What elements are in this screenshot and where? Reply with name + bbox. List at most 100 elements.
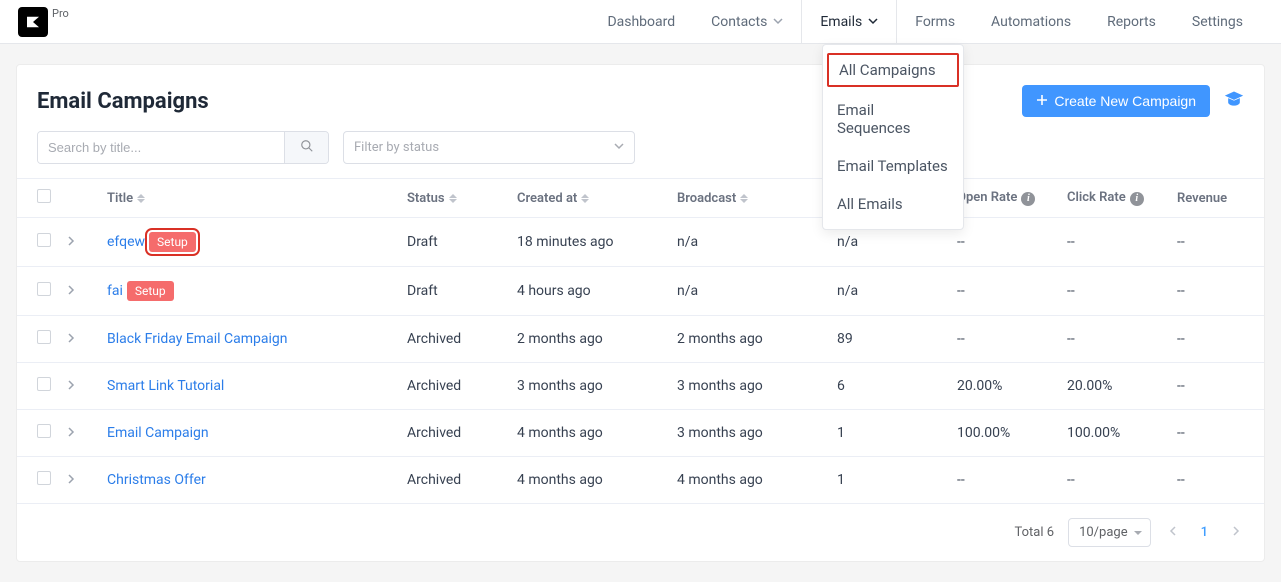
campaign-title-link[interactable]: Black Friday Email Campaign — [107, 331, 287, 347]
page-number[interactable]: 1 — [1195, 525, 1214, 540]
dropdown-all-campaigns[interactable]: All Campaigns — [827, 53, 959, 87]
campaign-title-link[interactable]: efqew — [107, 234, 145, 250]
nav-settings[interactable]: Settings — [1174, 0, 1261, 43]
nav-forms-label: Forms — [915, 14, 955, 30]
cell-broadcast: n/a — [669, 218, 829, 267]
cell-open-rate: -- — [949, 218, 1059, 267]
cell-created-at: 4 months ago — [509, 410, 669, 457]
row-checkbox[interactable] — [37, 471, 51, 485]
cell-created-at: 4 hours ago — [509, 267, 669, 316]
nav-dashboard[interactable]: Dashboard — [589, 0, 693, 43]
nav-forms[interactable]: Forms — [897, 0, 973, 43]
setup-badge[interactable]: Setup — [127, 281, 174, 301]
campaign-title-link[interactable]: fai — [107, 283, 123, 299]
cell-status: Draft — [399, 267, 509, 316]
nav-settings-label: Settings — [1192, 14, 1243, 30]
create-campaign-label: Create New Campaign — [1054, 93, 1196, 109]
table-row: Christmas Offer Archived 4 months ago 4 … — [17, 457, 1264, 504]
top-nav: Pro Dashboard Contacts Emails Forms Auto… — [0, 0, 1281, 44]
cell-revenue: -- — [1169, 218, 1264, 267]
cell-revenue: -- — [1169, 363, 1264, 410]
cell-open-rate: -- — [949, 316, 1059, 363]
dropdown-all-emails[interactable]: All Emails — [823, 185, 963, 223]
cell-recipients: 6 — [829, 363, 949, 410]
search-input[interactable] — [38, 132, 284, 163]
nav-reports[interactable]: Reports — [1089, 0, 1174, 43]
cell-click-rate: -- — [1059, 267, 1169, 316]
cell-status: Archived — [399, 457, 509, 504]
setup-badge[interactable]: Setup — [149, 232, 196, 252]
col-revenue-label: Revenue — [1177, 191, 1227, 206]
cell-revenue: -- — [1169, 267, 1264, 316]
cell-created-at: 18 minutes ago — [509, 218, 669, 267]
cell-broadcast: n/a — [669, 267, 829, 316]
nav-emails[interactable]: Emails — [801, 0, 897, 43]
table-row: Email Campaign Archived 4 months ago 3 m… — [17, 410, 1264, 457]
create-campaign-button[interactable]: Create New Campaign — [1022, 85, 1210, 117]
search-wrapper — [37, 131, 329, 164]
cell-revenue: -- — [1169, 457, 1264, 504]
page-title: Email Campaigns — [37, 89, 209, 114]
cell-created-at: 3 months ago — [509, 363, 669, 410]
expand-row-icon[interactable] — [67, 331, 75, 347]
campaign-title-link[interactable]: Christmas Offer — [107, 472, 206, 488]
row-checkbox[interactable] — [37, 282, 51, 296]
expand-row-icon[interactable] — [67, 234, 75, 250]
prev-page-button[interactable] — [1165, 525, 1181, 540]
info-icon[interactable]: i — [1021, 192, 1035, 206]
cell-click-rate: 20.00% — [1059, 363, 1169, 410]
search-button[interactable] — [284, 132, 328, 163]
dropdown-email-sequences[interactable]: Email Sequences — [823, 91, 963, 147]
cell-status: Archived — [399, 316, 509, 363]
page-size-select[interactable]: 10/page — [1068, 518, 1151, 547]
expand-row-icon[interactable] — [67, 472, 75, 488]
row-checkbox[interactable] — [37, 424, 51, 438]
row-checkbox[interactable] — [37, 377, 51, 391]
cell-status: Draft — [399, 218, 509, 267]
cell-created-at: 2 months ago — [509, 316, 669, 363]
table-row: Black Friday Email Campaign Archived 2 m… — [17, 316, 1264, 363]
status-filter-placeholder: Filter by status — [354, 140, 439, 155]
plan-badge: Pro — [52, 7, 69, 20]
chevron-down-icon — [868, 14, 878, 30]
expand-row-icon[interactable] — [67, 378, 75, 394]
table-footer: Total 6 10/page 1 — [17, 504, 1264, 561]
nav-emails-label: Emails — [820, 14, 862, 30]
dropdown-email-templates[interactable]: Email Templates — [823, 147, 963, 185]
graduation-cap-icon[interactable] — [1224, 89, 1244, 113]
sort-icon — [581, 194, 589, 203]
col-status[interactable]: Status — [399, 179, 509, 218]
nav-contacts-label: Contacts — [711, 14, 767, 30]
campaign-title-link[interactable]: Email Campaign — [107, 425, 209, 441]
expand-row-icon[interactable] — [67, 283, 75, 299]
nav-contacts[interactable]: Contacts — [693, 0, 801, 43]
cell-open-rate: -- — [949, 267, 1059, 316]
cell-recipients: 89 — [829, 316, 949, 363]
col-click-rate: Click Ratei — [1059, 179, 1169, 218]
emails-dropdown: All Campaigns Email Sequences Email Temp… — [822, 44, 964, 230]
nav-automations[interactable]: Automations — [973, 0, 1089, 43]
col-open-rate: Open Ratei — [949, 179, 1059, 218]
total-count: Total 6 — [1015, 525, 1055, 540]
col-created-label: Created at — [517, 191, 577, 206]
row-checkbox[interactable] — [37, 330, 51, 344]
cell-recipients: 1 — [829, 457, 949, 504]
next-page-button[interactable] — [1228, 525, 1244, 540]
info-icon[interactable]: i — [1130, 192, 1144, 206]
col-title[interactable]: Title — [99, 179, 399, 218]
col-broadcast[interactable]: Broadcast — [669, 179, 829, 218]
cell-revenue: -- — [1169, 410, 1264, 457]
nav-dashboard-label: Dashboard — [607, 14, 675, 30]
campaign-title-link[interactable]: Smart Link Tutorial — [107, 378, 224, 394]
cell-open-rate: 20.00% — [949, 363, 1059, 410]
status-filter-select[interactable]: Filter by status — [343, 131, 635, 164]
cell-created-at: 4 months ago — [509, 457, 669, 504]
select-all-checkbox[interactable] — [37, 189, 51, 203]
col-status-label: Status — [407, 191, 445, 206]
sort-icon — [740, 194, 748, 203]
col-created-at[interactable]: Created at — [509, 179, 669, 218]
table-row: efqewSetup Draft 18 minutes ago n/a n/a … — [17, 218, 1264, 267]
row-checkbox[interactable] — [37, 233, 51, 247]
expand-row-icon[interactable] — [67, 425, 75, 441]
cell-broadcast: 2 months ago — [669, 316, 829, 363]
